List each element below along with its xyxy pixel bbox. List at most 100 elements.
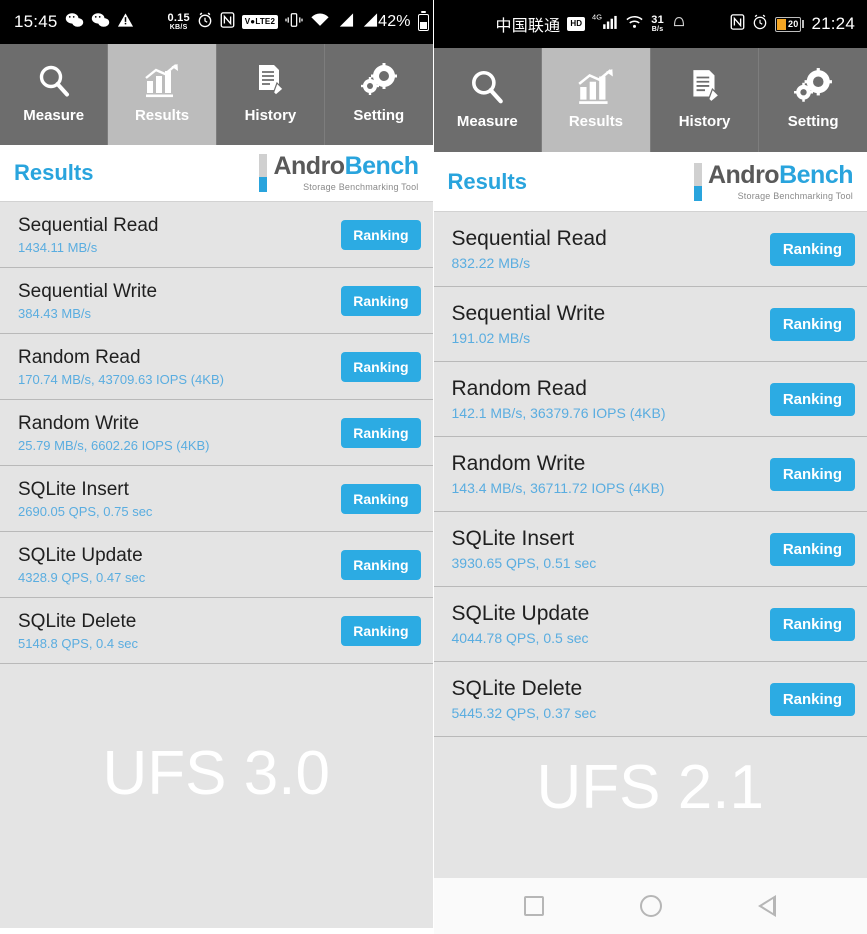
ranking-button[interactable]: Ranking	[341, 219, 421, 250]
tab-label: Measure	[23, 107, 85, 124]
document-pencil-icon	[686, 65, 724, 109]
storage-type-watermark: UFS 2.1	[536, 753, 764, 822]
benchmark-label: SQLite Insert	[18, 478, 129, 500]
page-title: Results	[14, 160, 94, 185]
benchmark-value: 2690.05 QPS, 0.75 sec	[18, 503, 153, 519]
logo-second-word: Bench	[344, 152, 419, 180]
bar-chart-icon	[576, 65, 616, 109]
tab-results[interactable]: Results	[542, 48, 651, 152]
tab-history[interactable]: History	[217, 44, 326, 145]
battery-percent: 42%	[378, 13, 411, 30]
data-rate-indicator: 31 B/s	[651, 14, 664, 34]
ranking-button[interactable]: Ranking	[341, 417, 421, 448]
data-rate-indicator: 0.15 KB/S	[167, 12, 190, 32]
ranking-button[interactable]: Ranking	[341, 351, 421, 382]
wifi-icon	[310, 12, 330, 33]
benchmark-value: 170.74 MB/s, 43709.63 IOPS (4KB)	[18, 371, 224, 387]
table-row[interactable]: Random Read 142.1 MB/s, 36379.76 IOPS (4…	[433, 362, 867, 437]
tab-label: Results	[568, 112, 624, 130]
benchmark-value: 832.22 MB/s	[451, 255, 531, 271]
ranking-button[interactable]: Ranking	[769, 532, 855, 566]
benchmark-value: 142.1 MB/s, 36379.76 IOPS (4KB)	[451, 405, 666, 421]
home-circle-icon[interactable]	[640, 895, 663, 917]
table-row[interactable]: SQLite Update 4044.78 QPS, 0.5 sec Ranki…	[433, 587, 867, 662]
table-row[interactable]: SQLite Insert 3930.65 QPS, 0.51 sec Rank…	[433, 512, 867, 587]
recents-square-icon[interactable]	[524, 896, 545, 916]
benchmark-label: SQLite Insert	[451, 527, 575, 550]
carrier-name: 中国联通	[495, 18, 561, 35]
warning-triangle-icon	[117, 12, 134, 33]
benchmark-value: 4328.9 QPS, 0.47 sec	[18, 569, 146, 585]
back-triangle-icon[interactable]	[758, 895, 777, 917]
battery-icon	[417, 10, 429, 31]
tab-results[interactable]: Results	[108, 44, 217, 145]
benchmark-label: SQLite Update	[18, 544, 143, 566]
tab-label: Measure	[456, 112, 518, 130]
table-row[interactable]: Sequential Write 191.02 MB/s Ranking	[433, 287, 867, 362]
benchmark-value: 25.79 MB/s, 6602.26 IOPS (4KB)	[18, 437, 210, 453]
tab-history[interactable]: History	[651, 48, 760, 152]
benchmark-value: 384.43 MB/s	[18, 305, 91, 321]
ranking-button[interactable]: Ranking	[769, 232, 855, 266]
table-row[interactable]: Random Write 25.79 MB/s, 6602.26 IOPS (4…	[0, 400, 433, 466]
status-time: 21:24	[811, 14, 855, 33]
tab-measure[interactable]: Measure	[0, 44, 109, 145]
benchmark-label: Random Write	[451, 452, 586, 475]
document-pencil-icon	[252, 59, 288, 103]
logo-subtitle: Storage Benchmarking Tool	[303, 182, 419, 192]
status-time: 15:45	[14, 12, 58, 31]
android-navigation-bar	[433, 878, 867, 934]
logo-first-word: Andro	[707, 160, 780, 189]
tab-label: History	[244, 107, 297, 124]
tab-setting[interactable]: Setting	[759, 48, 867, 152]
table-row[interactable]: Sequential Read 1434.11 MB/s Ranking	[0, 202, 433, 268]
benchmark-label: Random Read	[451, 377, 587, 400]
search-icon	[36, 59, 72, 103]
ranking-button[interactable]: Ranking	[341, 483, 421, 514]
benchmark-value: 3930.65 QPS, 0.51 sec	[451, 555, 597, 571]
nfc-icon	[730, 13, 745, 35]
table-row[interactable]: Random Read 170.74 MB/s, 43709.63 IOPS (…	[0, 334, 433, 400]
table-row[interactable]: SQLite Insert 2690.05 QPS, 0.75 sec Rank…	[0, 466, 433, 532]
hd-icon: HD	[567, 17, 586, 31]
dual-phone-comparison: 15:45 0.15 KB/S V●LTE2 42% Measure Resul…	[0, 0, 867, 934]
volte2-icon: V●LTE2	[241, 15, 279, 29]
table-row[interactable]: SQLite Delete 5148.8 QPS, 0.4 sec Rankin…	[0, 598, 433, 664]
table-row[interactable]: Sequential Write 384.43 MB/s Ranking	[0, 268, 433, 334]
ranking-button[interactable]: Ranking	[341, 285, 421, 316]
tab-setting[interactable]: Setting	[325, 44, 432, 145]
right-status-bar: 中国联通 HD 4G 31 B/s 20 21:24	[433, 0, 867, 48]
tab-measure[interactable]: Measure	[434, 48, 543, 152]
logo-second-word: Bench	[779, 160, 853, 189]
table-row[interactable]: Random Write 143.4 MB/s, 36711.72 IOPS (…	[433, 437, 867, 512]
alarm-icon	[752, 14, 768, 35]
tab-label: Setting	[787, 112, 839, 130]
left-tab-bar: Measure Results History Setting	[0, 44, 433, 145]
table-row[interactable]: Sequential Read 832.22 MB/s Ranking	[433, 212, 867, 287]
ranking-button[interactable]: Ranking	[341, 549, 421, 580]
right-phone-screen: 中国联通 HD 4G 31 B/s 20 21:24 Measure Resul…	[433, 0, 867, 934]
benchmark-value: 4044.78 QPS, 0.5 sec	[451, 630, 589, 646]
table-row[interactable]: SQLite Update 4328.9 QPS, 0.47 sec Ranki…	[0, 532, 433, 598]
signal-icon	[361, 12, 378, 33]
tab-label: Setting	[353, 107, 405, 124]
ranking-button[interactable]: Ranking	[769, 307, 855, 341]
tab-label: Results	[134, 107, 190, 124]
ranking-button[interactable]: Ranking	[341, 615, 421, 646]
svg-text:4G: 4G	[592, 13, 602, 22]
benchmark-label: Random Read	[18, 346, 141, 368]
signal-icon	[337, 12, 354, 33]
nfc-icon	[220, 11, 235, 33]
right-results-list: Sequential Read 832.22 MB/s Ranking Sequ…	[433, 212, 867, 737]
wifi-icon	[625, 14, 644, 35]
table-row[interactable]: SQLite Delete 5445.32 QPS, 0.37 sec Rank…	[433, 662, 867, 737]
ranking-button[interactable]: Ranking	[769, 382, 855, 416]
page-title: Results	[447, 168, 527, 194]
bell-icon	[671, 14, 687, 35]
logo-bars-icon	[259, 154, 268, 192]
ranking-button[interactable]: Ranking	[769, 607, 855, 641]
ranking-button[interactable]: Ranking	[769, 457, 855, 491]
left-phone-screen: 15:45 0.15 KB/S V●LTE2 42% Measure Resul…	[0, 0, 433, 934]
search-icon	[468, 65, 506, 109]
ranking-button[interactable]: Ranking	[769, 682, 855, 716]
